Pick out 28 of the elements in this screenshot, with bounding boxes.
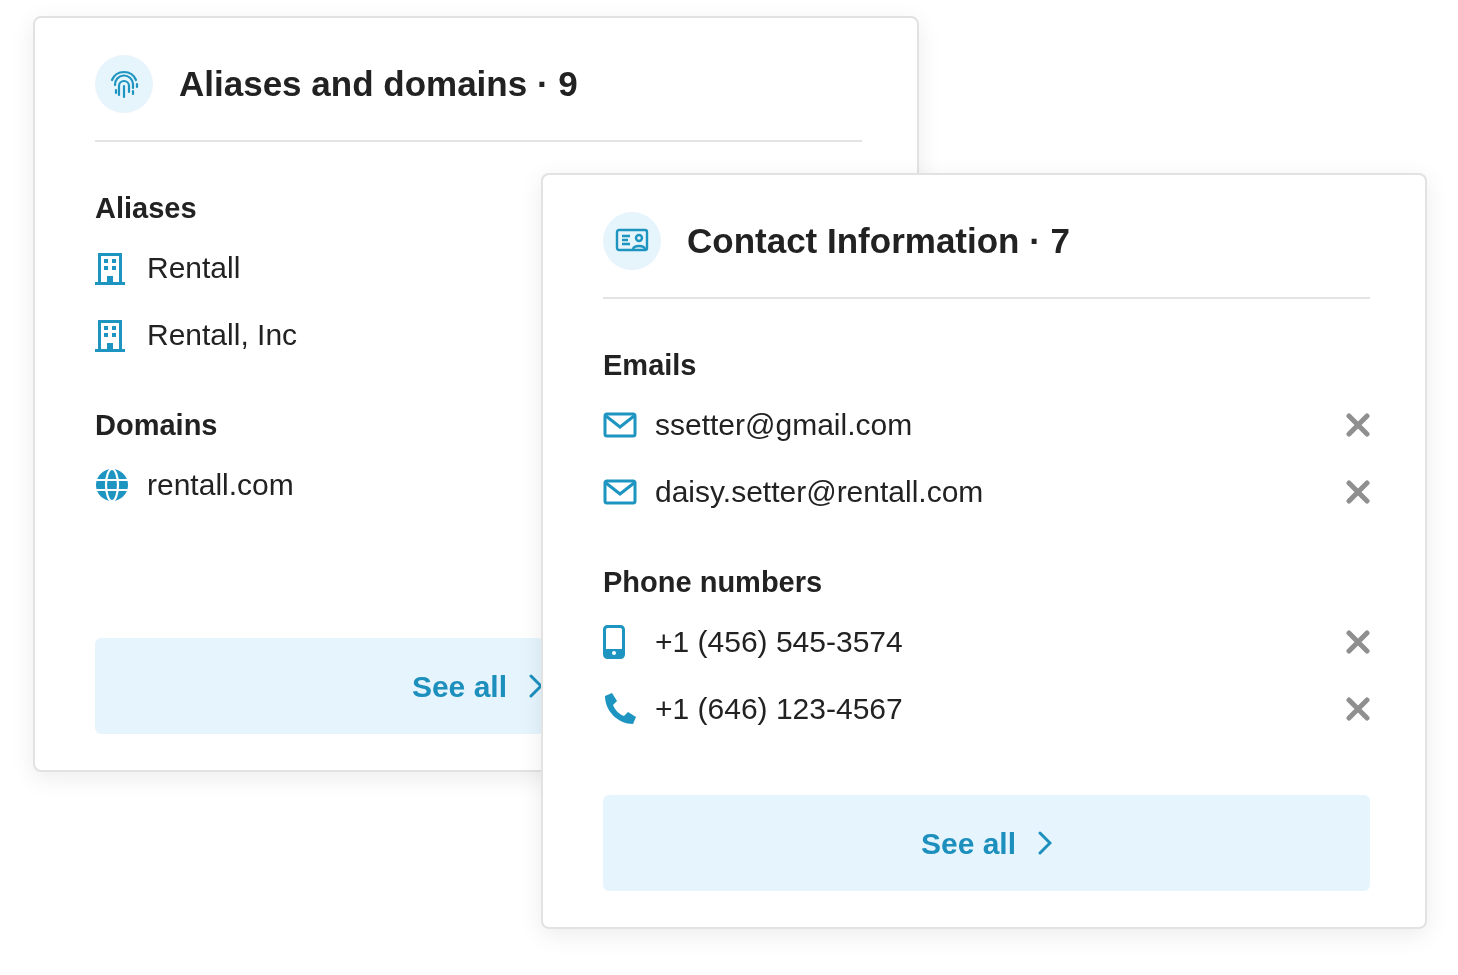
- item-text: Rentall: [147, 249, 241, 286]
- item-text: Rentall, Inc: [147, 316, 298, 353]
- close-icon[interactable]: [1346, 696, 1370, 721]
- chevron-right-icon: [529, 674, 543, 698]
- section-heading: Phone numbers: [603, 565, 823, 600]
- see-all-button[interactable]: See all: [603, 795, 1370, 891]
- building-icon: [95, 317, 125, 352]
- building-icon: [95, 250, 125, 285]
- envelope-icon: [603, 478, 637, 505]
- close-icon[interactable]: [1346, 479, 1370, 504]
- item-text: daisy.setter@rentall.com: [655, 473, 984, 510]
- item-text: +1 (456) 545-3574: [655, 623, 903, 660]
- chevron-right-icon: [1038, 831, 1053, 855]
- close-icon[interactable]: [1346, 412, 1370, 437]
- section-heading: Domains: [95, 408, 218, 443]
- envelope-icon: [603, 411, 637, 438]
- item-text: +1 (646) 123-4567: [655, 690, 903, 727]
- close-icon[interactable]: [1346, 629, 1370, 654]
- section-heading: Emails: [603, 348, 697, 383]
- mobile-phone-icon: [603, 624, 625, 659]
- phone-icon: [603, 691, 637, 726]
- item-text: ssetter@gmail.com: [655, 406, 913, 443]
- card-title: Contact Information · 7: [687, 221, 1071, 261]
- section-heading: Aliases: [95, 191, 197, 226]
- globe-icon: [95, 467, 129, 502]
- item-text: rentall.com: [147, 466, 294, 503]
- card-title: Aliases and domains · 9: [179, 64, 578, 104]
- see-all-button[interactable]: See all: [95, 638, 544, 734]
